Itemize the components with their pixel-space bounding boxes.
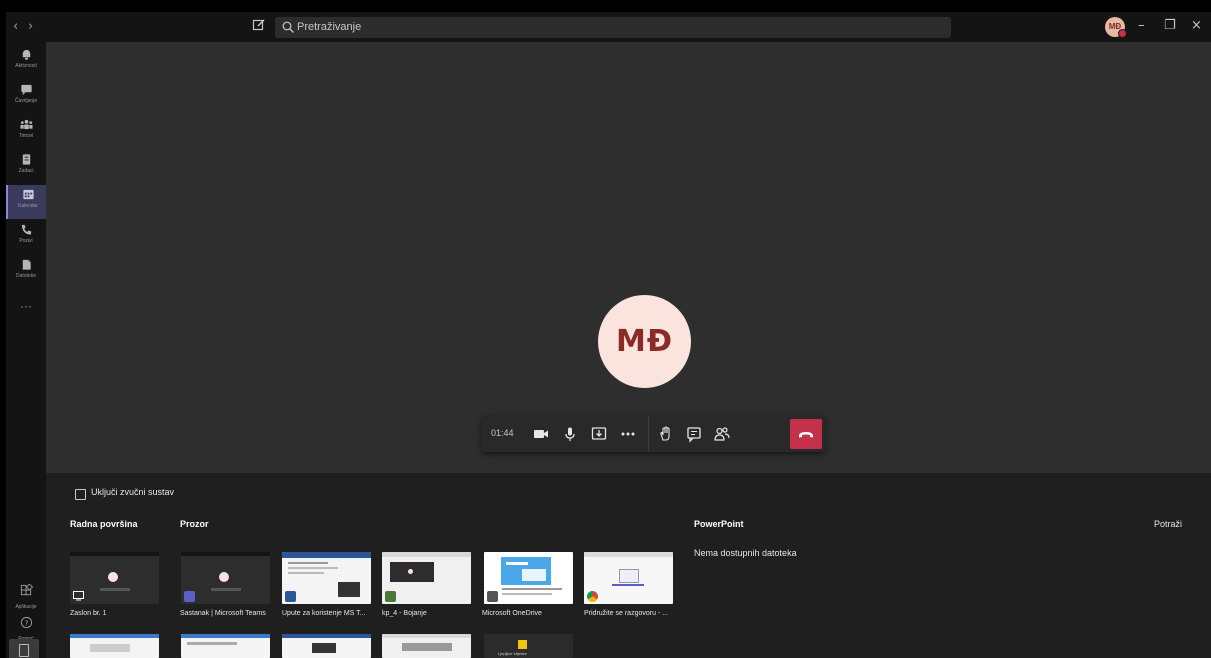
chrome-app-icon: [587, 591, 598, 602]
participants-icon[interactable]: [713, 425, 731, 443]
bell-icon: [22, 49, 30, 60]
back-button[interactable]: ‹: [13, 19, 18, 34]
controls-divider: [648, 416, 649, 452]
section-powerpoint: PowerPoint: [694, 519, 744, 529]
chat-icon[interactable]: [685, 425, 703, 443]
share-window-thumbnail[interactable]: [282, 552, 371, 604]
profile-avatar[interactable]: MĐ: [1105, 17, 1127, 38]
search-placeholder: Pretraživanje: [297, 21, 362, 33]
minimize-button[interactable]: –: [1138, 18, 1145, 33]
system-audio-checkbox[interactable]: [75, 489, 86, 500]
chat-icon: [20, 84, 32, 96]
raise-hand-icon[interactable]: [657, 425, 675, 443]
rail-label: Čavrljanje: [14, 98, 38, 104]
share-window-thumbnail[interactable]: [584, 552, 673, 604]
svg-text:?: ?: [24, 618, 28, 627]
maximize-button[interactable]: ❐: [1164, 18, 1176, 33]
rail-item-calendar[interactable]: Kalendar: [6, 185, 48, 219]
call-timer: 01:44: [491, 428, 514, 438]
share-option-label: Upute za koristenje MS T...: [282, 610, 366, 617]
share-tray-icon[interactable]: [590, 425, 608, 443]
avatar-thumbnail-icon: [108, 572, 118, 582]
search-icon: [282, 21, 294, 33]
search-bar[interactable]: Pretraživanje: [275, 17, 951, 38]
hang-up-button[interactable]: [790, 419, 822, 449]
rail-label: Aktivnosti: [15, 63, 37, 69]
sticky-notes-caption: Ljepljive bilješke: [498, 651, 527, 656]
share-option-label: kp_4 - Bojanje: [382, 610, 427, 617]
share-window-thumbnail[interactable]: [181, 634, 270, 658]
section-desktop: Radna površina: [70, 519, 138, 529]
share-option-label: Sastanak | Microsoft Teams: [180, 610, 266, 617]
close-button[interactable]: ×: [1191, 18, 1202, 33]
share-window-thumbnail[interactable]: Ljepljive bilješke: [484, 634, 573, 658]
call-controls-bar: 01:44: [482, 416, 825, 452]
rail-label: Zadaci: [18, 168, 34, 174]
teams-window: ‹ › Pretraživanje MĐ – ❐ × Aktivnosti Ča…: [6, 12, 1211, 658]
rail-label: Timovi: [18, 133, 34, 139]
rail-item-activity[interactable]: Aktivnosti: [6, 45, 46, 79]
compose-icon[interactable]: [252, 18, 266, 32]
rail-item-files[interactable]: Datoteke: [6, 255, 46, 289]
system-audio-label: Uključi zvučni sustav: [91, 487, 175, 497]
share-window-thumbnail[interactable]: [382, 634, 471, 658]
files-icon: [22, 259, 31, 270]
help-icon: ?: [20, 616, 32, 629]
rail-label: Aplikacije: [15, 604, 37, 610]
share-window-thumbnail[interactable]: [382, 552, 471, 604]
share-window-thumbnail[interactable]: [484, 552, 573, 604]
rail-item-teams[interactable]: Timovi: [6, 115, 46, 149]
rail-label: Kalendar: [17, 203, 38, 209]
browse-files-link[interactable]: Potraži: [1154, 519, 1182, 529]
onedrive-app-icon: [487, 591, 498, 602]
device-icon: [19, 644, 29, 657]
camera-icon[interactable]: [532, 425, 550, 443]
rail-label: Pozivi: [19, 238, 33, 244]
app-rail: Aktivnosti Čavrljanje Timovi Zadaci Kale…: [6, 42, 48, 658]
share-tray: Uključi zvučni sustav Radna površina Pro…: [46, 473, 1211, 658]
word-app-icon: [285, 591, 296, 602]
sticky-notes-icon: [518, 640, 527, 649]
status-busy-icon: [1118, 29, 1127, 38]
rail-item-assignments[interactable]: Zadaci: [6, 150, 46, 184]
forward-button[interactable]: ›: [28, 19, 33, 34]
monitor-icon: [73, 591, 84, 601]
share-window-thumbnail[interactable]: [282, 634, 371, 658]
share-option-label: Microsoft OneDrive: [482, 610, 542, 617]
rail-label: Datoteke: [15, 273, 36, 279]
participant-avatar: MĐ: [598, 295, 691, 388]
rail-item-apps[interactable]: Aplikacije: [6, 583, 46, 610]
phone-icon: [21, 224, 31, 235]
share-window-thumbnail[interactable]: [70, 634, 159, 658]
teams-app-icon: [184, 591, 195, 602]
rail-more-button[interactable]: ···: [6, 299, 46, 313]
rail-item-calls[interactable]: Pozivi: [6, 220, 46, 254]
teams-icon: [19, 119, 33, 130]
no-files-message: Nema dostupnih datoteka: [694, 548, 797, 558]
more-icon[interactable]: [619, 425, 637, 443]
share-option-label: Pridružite se razgovoru - ...: [584, 610, 669, 617]
section-window: Prozor: [180, 519, 209, 529]
share-window-thumbnail[interactable]: [181, 552, 270, 604]
share-screen-thumbnail[interactable]: [70, 552, 159, 604]
paint-app-icon: [385, 591, 396, 602]
hang-up-icon: [799, 432, 813, 438]
assignments-icon: [22, 154, 30, 165]
share-option-label: Zaslon br. 1: [70, 610, 107, 617]
call-stage: MĐ 01:44: [46, 42, 1211, 473]
device-button[interactable]: [9, 639, 39, 658]
microphone-icon[interactable]: [561, 425, 579, 443]
calendar-icon: [22, 189, 34, 200]
title-bar: ‹ › Pretraživanje MĐ – ❐ ×: [6, 12, 1211, 42]
apps-icon: [20, 583, 33, 596]
rail-item-chat[interactable]: Čavrljanje: [6, 80, 46, 114]
